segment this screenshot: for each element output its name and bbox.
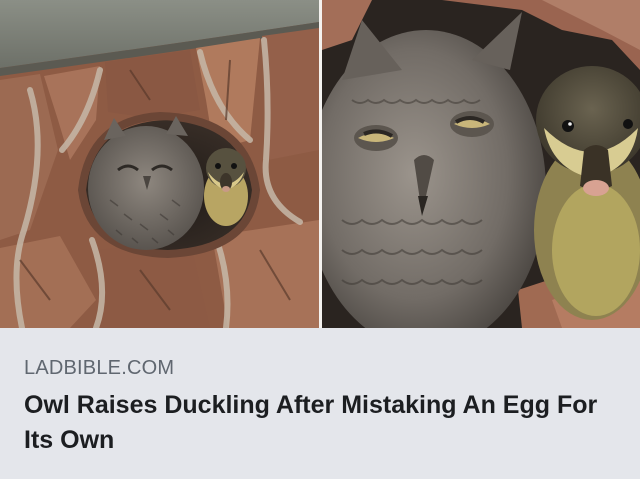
link-preview-card[interactable]: LADBIBLE.COM Owl Raises Duckling After M… [0,0,640,479]
closeup-photo-art [322,0,640,328]
preview-image[interactable] [0,0,640,328]
link-headline[interactable]: Owl Raises Duckling After Mistaking An E… [24,388,616,458]
owl-duckling-hollow-photo [0,0,319,328]
hollow-photo-art [0,0,319,328]
owl-duckling-closeup-photo [322,0,640,328]
source-domain: LADBIBLE.COM [24,357,175,379]
link-caption[interactable]: LADBIBLE.COM Owl Raises Duckling After M… [0,328,640,479]
